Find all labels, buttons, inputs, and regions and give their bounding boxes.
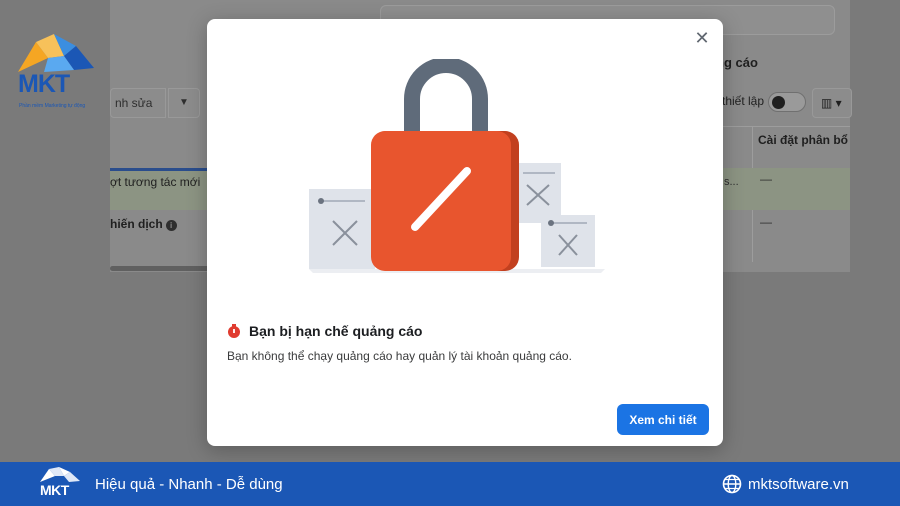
restriction-alert-icon <box>228 324 240 338</box>
promo-footer-bar: MKT Hiệu quả - Nhanh - Dễ dùng mktsoftwa… <box>0 462 900 506</box>
background-row-value: — <box>760 215 772 229</box>
dialog-description: Bạn không thể chạy quảng cáo hay quản lý… <box>227 349 572 363</box>
footer-slogan: Hiệu quả - Nhanh - Dễ dùng <box>95 476 283 493</box>
background-scrollbar <box>110 266 210 271</box>
dialog-title: Bạn bị hạn chế quảng cáo <box>249 323 423 339</box>
background-row-label: ợt tương tác mới <box>110 175 201 189</box>
mkt-logo-tagline: Phần mềm Marketing tự động <box>19 103 86 109</box>
background-row-value: — <box>760 172 772 186</box>
background-row-label-text: hiến dịch <box>110 217 163 231</box>
columns-icon: ▥ ▾ <box>812 88 852 118</box>
globe-icon <box>722 474 742 494</box>
close-icon[interactable]: ✕ <box>691 27 713 49</box>
background-toggle <box>768 92 806 112</box>
background-column-header: Cài đặt phân bổ <box>758 133 848 147</box>
background-row-accent <box>110 168 210 171</box>
padlock-illustration <box>309 59 605 273</box>
footer-website-url[interactable]: mktsoftware.vn <box>748 476 849 493</box>
alert-row: Bạn bị hạn chế quảng cáo <box>227 323 422 339</box>
mkt-logo-text: MKT <box>18 70 70 98</box>
caret-down-icon: ▼ <box>168 88 200 118</box>
view-details-button[interactable]: Xem chi tiết <box>617 404 709 435</box>
footer-logo-text: MKT <box>40 482 69 498</box>
restriction-dialog: ✕ Bạn bị hạn chế quảng cáo Bạn không thể… <box>207 19 723 446</box>
background-row-label: hiến dịch i <box>110 217 177 231</box>
footer-website[interactable]: mktsoftware.vn <box>722 474 849 494</box>
background-row-truncated: s... <box>724 176 739 188</box>
footer-mkt-logo: MKT <box>38 466 82 502</box>
background-setup-label: thiết lập <box>722 94 765 108</box>
mkt-logo: MKT Phần mềm Marketing tự động <box>14 32 100 112</box>
info-icon: i <box>165 220 177 231</box>
background-edit-button: nh sửa <box>110 88 166 118</box>
